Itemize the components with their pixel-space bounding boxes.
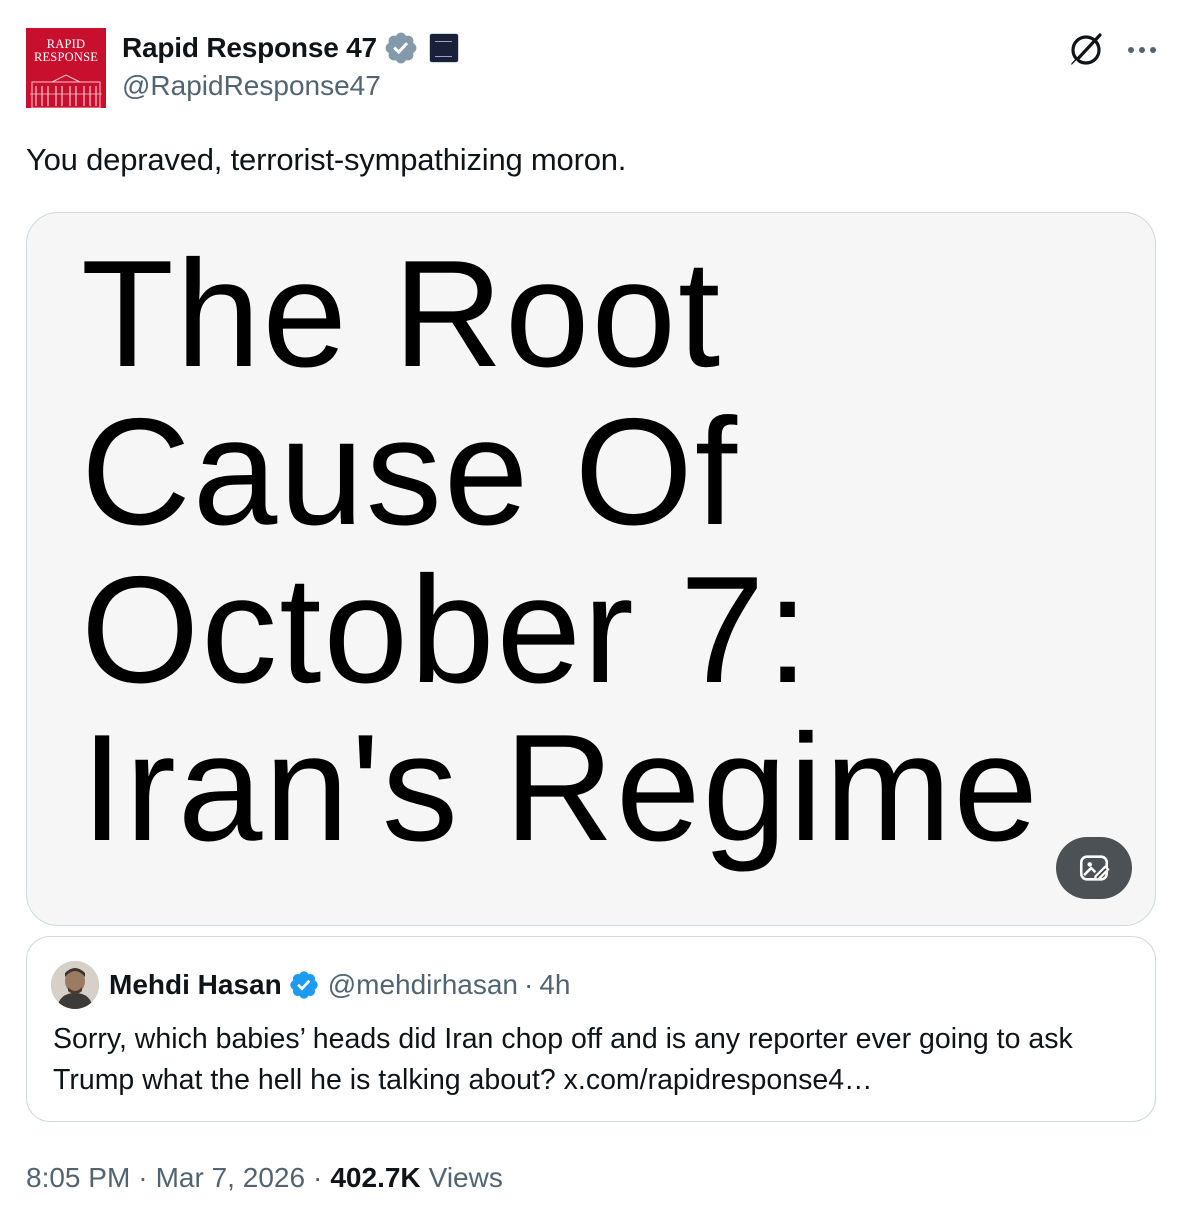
meta-separator: ·: [138, 1162, 148, 1193]
views-label[interactable]: Views: [429, 1162, 503, 1194]
image-alt-icon: [1079, 855, 1110, 881]
image-alt-button[interactable]: [1056, 837, 1132, 899]
quoted-header: Mehdi Hasan @mehdirhasan · 4h: [109, 965, 571, 1005]
quoted-tweet[interactable]: Mehdi Hasan @mehdirhasan · 4h Sorry, whi…: [26, 936, 1156, 1122]
quoted-timestamp[interactable]: 4h: [539, 969, 570, 1001]
tweet-text: You depraved, terrorist-sympathizing mor…: [26, 142, 627, 177]
author-display-name[interactable]: Rapid Response 47: [122, 32, 377, 64]
tweet-time[interactable]: 8:05 PM: [26, 1162, 130, 1194]
tweet-meta: 8:05 PM · Mar 7, 2026 · 402.7K Views: [26, 1158, 503, 1198]
verified-badge-icon[interactable]: [383, 30, 419, 66]
quoted-separator: ·: [524, 969, 534, 1000]
verified-badge-icon[interactable]: [288, 969, 320, 1001]
author-avatar[interactable]: RAPID RESPONSE: [26, 28, 106, 108]
quoted-author-avatar[interactable]: [51, 961, 99, 1009]
meta-separator: ·: [313, 1162, 323, 1193]
headline-line: October 7:: [81, 545, 811, 715]
tweet-header: RAPID RESPONSE Rapid Response 47 @RapidR…: [26, 26, 1166, 110]
author-handle[interactable]: @RapidResponse47: [122, 70, 381, 102]
tweet-date[interactable]: Mar 7, 2026: [156, 1162, 305, 1194]
quoted-text: Sorry, which babies’ heads did Iran chop…: [53, 1023, 1073, 1096]
media-headline: The Root Cause Of October 7: Iran's Regi…: [81, 235, 1141, 867]
headline-line: Iran's Regime: [81, 703, 1040, 873]
headline-line: The Root: [81, 229, 723, 399]
white-house-affiliation-icon[interactable]: [428, 33, 459, 63]
views-count[interactable]: 402.7K: [330, 1162, 420, 1194]
more-options-icon[interactable]: [1124, 30, 1160, 70]
headline-line: Cause Of: [81, 387, 740, 557]
quoted-display-name[interactable]: Mehdi Hasan: [109, 969, 282, 1001]
grok-icon[interactable]: [1066, 30, 1106, 70]
white-house-logo-icon: [30, 74, 102, 108]
quoted-handle[interactable]: @mehdirhasan: [328, 969, 518, 1001]
tweet-media-image[interactable]: The Root Cause Of October 7: Iran's Regi…: [26, 212, 1156, 926]
avatar-logo-text: RAPID RESPONSE: [33, 37, 99, 64]
author-name-row: Rapid Response 47: [122, 28, 459, 68]
